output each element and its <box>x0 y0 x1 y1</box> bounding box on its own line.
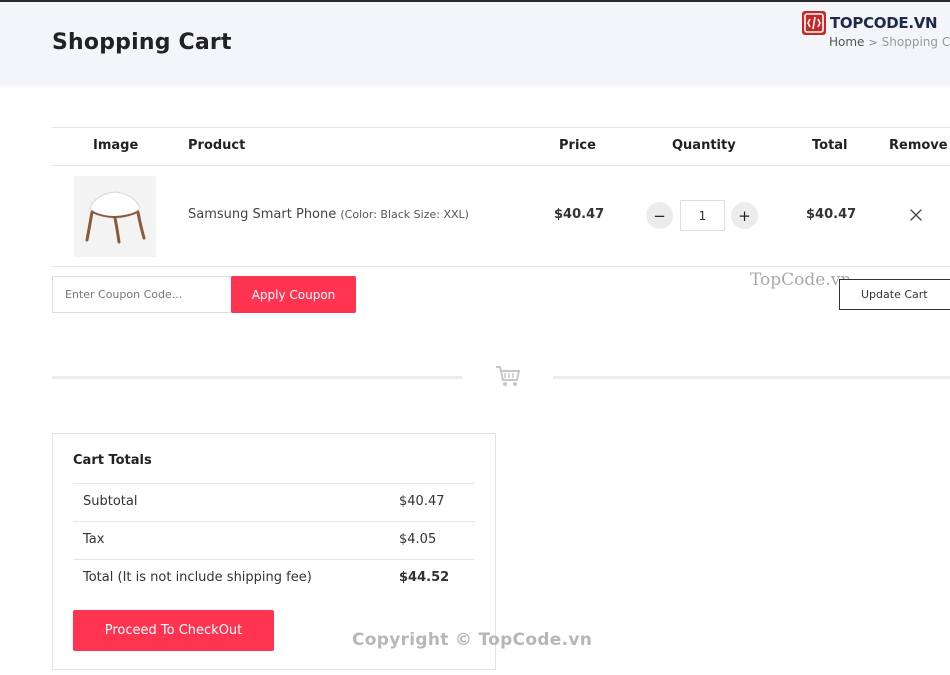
tax-value: $4.05 <box>399 532 437 547</box>
totals-divider <box>73 559 475 560</box>
topcode-logo: TOPCODE.VN <box>802 10 938 36</box>
quantity-input[interactable] <box>680 200 725 231</box>
column-header-remove: Remove <box>889 138 948 153</box>
quantity-increment-button[interactable]: + <box>731 202 758 229</box>
grand-total-label: Total (It is not include shipping fee) <box>83 570 312 585</box>
column-header-price: Price <box>559 138 596 153</box>
table-row-border <box>52 266 950 267</box>
update-cart-button[interactable]: Update Cart <box>839 279 950 310</box>
product-line-total: $40.47 <box>806 207 857 222</box>
close-icon <box>910 209 922 221</box>
product-variant: (Color: Black Size: XXL) <box>340 208 469 221</box>
column-header-total: Total <box>812 138 848 153</box>
column-header-product: Product <box>188 138 246 153</box>
product-image[interactable] <box>74 176 156 257</box>
table-top-border <box>52 127 950 128</box>
product-name-cell[interactable]: Samsung Smart Phone (Color: Black Size: … <box>188 207 469 222</box>
cart-icon <box>496 366 520 386</box>
column-header-image: Image <box>93 138 139 153</box>
proceed-to-checkout-button[interactable]: Proceed To CheckOut <box>73 610 274 651</box>
topcode-logo-icon <box>802 11 826 35</box>
watermark-text: TopCode.vn <box>750 270 852 290</box>
grand-total-value: $44.52 <box>399 570 450 585</box>
product-price: $40.47 <box>554 207 605 222</box>
chevron-right-icon: > <box>868 36 878 49</box>
section-divider-right <box>553 376 950 379</box>
apply-coupon-button[interactable]: Apply Coupon <box>231 276 356 313</box>
quantity-decrement-button[interactable]: − <box>646 202 673 229</box>
section-divider-left <box>52 376 462 379</box>
breadcrumb-current: Shopping Cart <box>881 35 950 49</box>
coupon-code-input[interactable] <box>52 276 232 313</box>
cart-totals-title: Cart Totals <box>73 453 152 468</box>
subtotal-label: Subtotal <box>83 494 138 509</box>
breadcrumb-home[interactable]: Home <box>829 35 864 49</box>
chair-image <box>74 176 156 257</box>
remove-item-button[interactable] <box>908 207 924 223</box>
table-header-border <box>52 165 950 166</box>
column-header-quantity: Quantity <box>672 138 736 153</box>
copyright-watermark: Copyright © TopCode.vn <box>352 630 593 650</box>
breadcrumb: Home >Shopping Cart <box>829 35 950 49</box>
page-title: Shopping Cart <box>52 30 232 55</box>
subtotal-value: $40.47 <box>399 494 445 509</box>
totals-divider <box>73 521 475 522</box>
product-name[interactable]: Samsung Smart Phone <box>188 207 336 222</box>
logo-text: TOPCODE.VN <box>830 14 938 32</box>
tax-label: Tax <box>83 532 105 547</box>
totals-divider <box>73 483 475 484</box>
